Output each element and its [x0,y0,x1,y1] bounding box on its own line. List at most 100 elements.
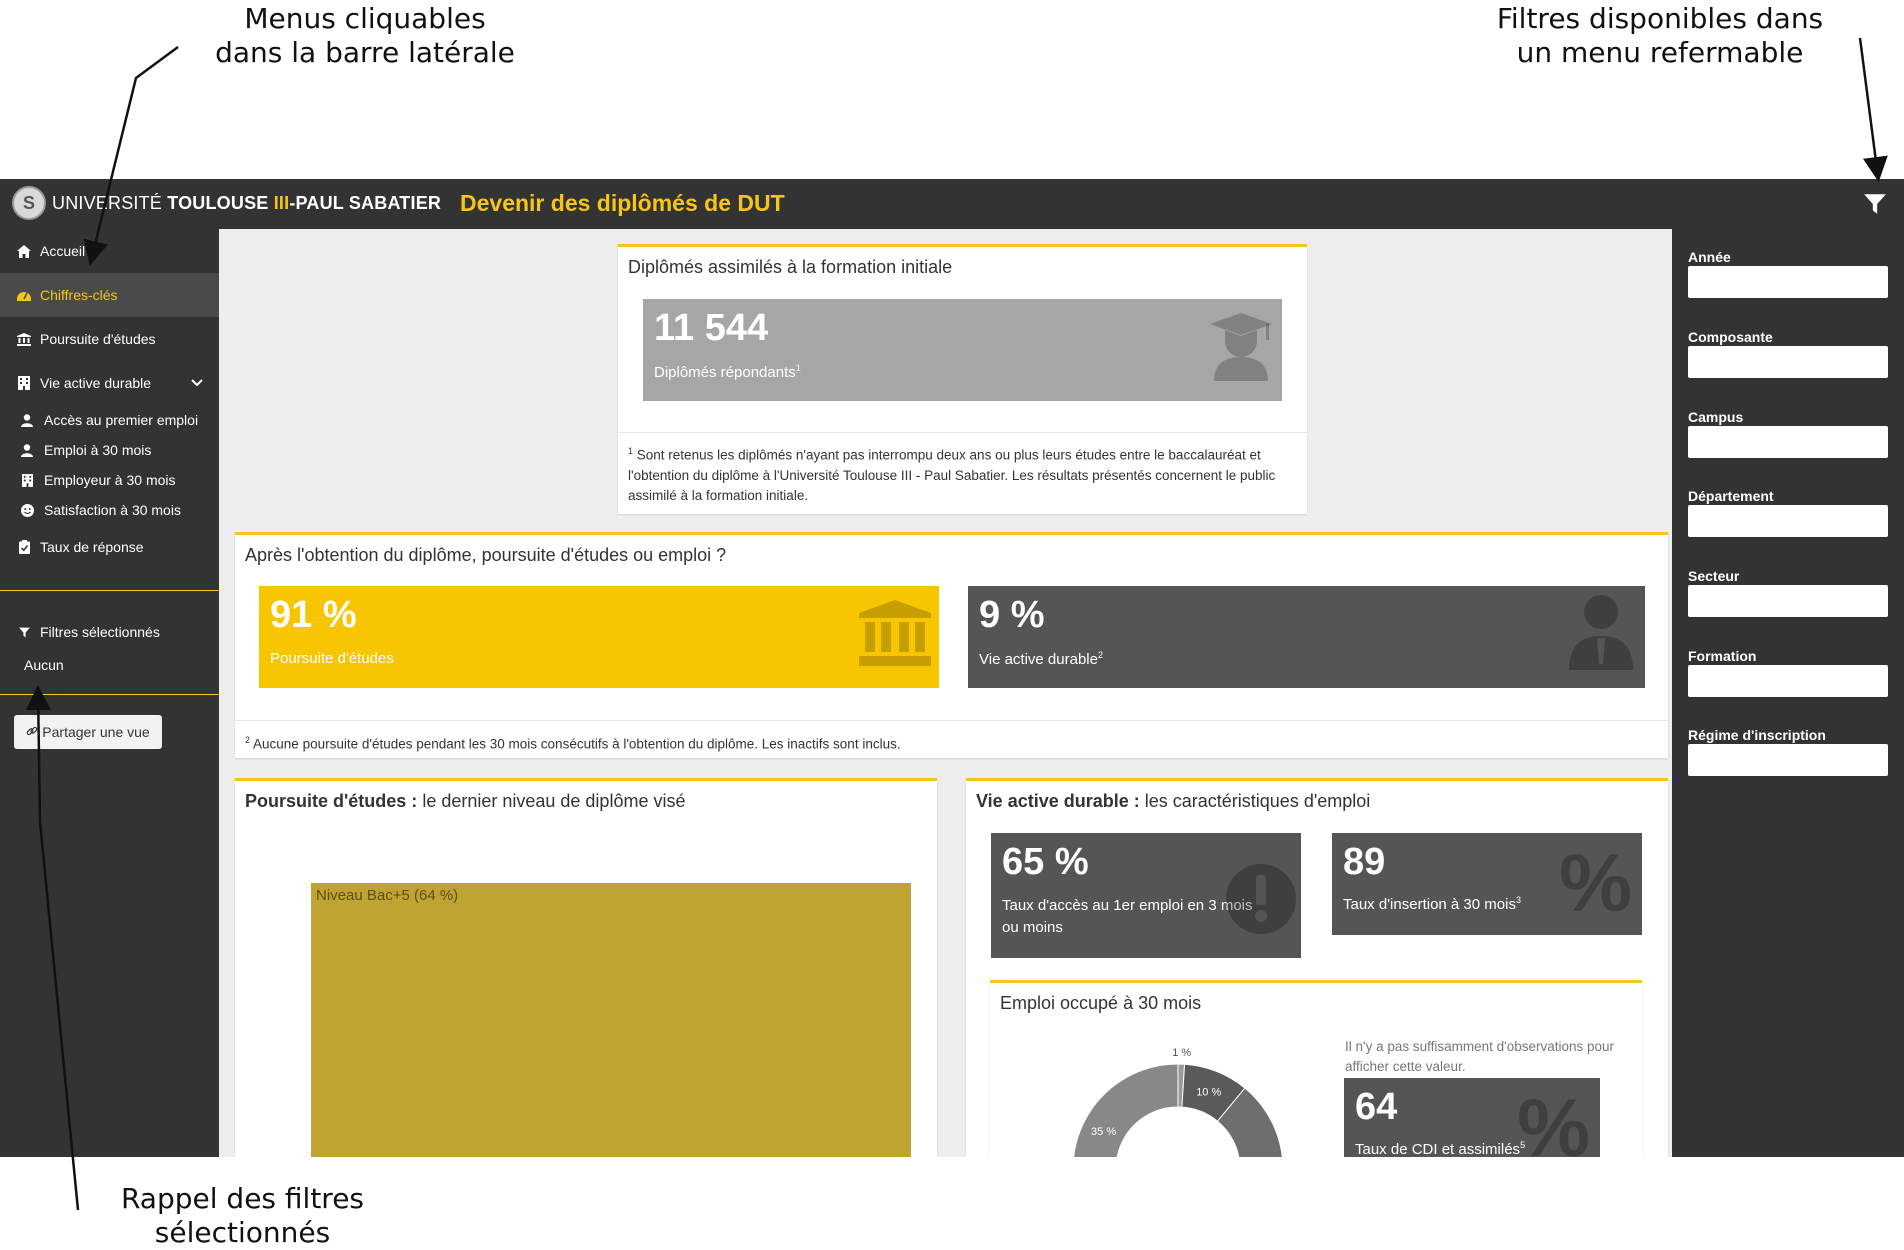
graduates-card: Diplômés assimilés à la formation initia… [618,244,1307,514]
filter-secteur-input[interactable] [1688,585,1888,617]
business-person-icon [1569,595,1633,670]
sidebar-divider [0,694,219,695]
active-life-label: Vie active durable2 [979,650,1103,668]
app-title: Devenir des diplômés de DUT [460,190,785,216]
insertion-rate-label: Taux d'insertion à 30 mois3 [1343,895,1521,913]
employment-title: Vie active durable : les caractéristique… [976,791,1371,811]
graduates-label: Diplômés répondants1 [654,363,801,381]
filter-toggle-icon[interactable] [1862,191,1888,217]
filter-label-annee: Année [1688,249,1731,265]
selected-filters-value: Aucun [24,657,64,673]
active-life-kpi[interactable]: 9 % Vie active durable2 [968,586,1645,688]
graduates-kpi: 11 544 Diplômés répondants1 [643,299,1282,401]
sidebar: Accueil Chiffres-clés Poursuite d'études… [0,229,219,1157]
building-icon [16,375,32,391]
first-job-access-kpi[interactable]: 65 % Taux d'accès au 1er emploi en 3 moi… [991,833,1301,958]
dashboard-icon [16,287,32,303]
filter-label-campus: Campus [1688,409,1744,425]
donut-slice-label: 35 % [1091,1126,1116,1138]
sidebar-subitem-employeur-30[interactable]: Employeur à 30 mois [0,465,219,495]
user-icon [20,413,34,427]
graduates-note: 1 Sont retenus les diplômés n'ayant pas … [628,446,1276,503]
annotation-line: dans la barre latérale [215,36,515,69]
treemap-tile-bac5[interactable]: Niveau Bac+5 (64 %) [311,883,911,1157]
app-window: S UNIVERSITÉ TOULOUSE III-PAUL SABATIER … [0,179,1904,1157]
user-icon [20,443,34,457]
sidebar-item-poursuite-etudes[interactable]: Poursuite d'études [0,317,219,361]
smile-icon [20,503,34,517]
chevron-down-icon[interactable] [191,376,203,390]
filter-composante-input[interactable] [1688,346,1888,378]
card-divider [618,432,1307,433]
clipboard-check-icon [16,539,32,555]
annotation-line: Rappel des filtres [120,1182,365,1215]
filter-formation-input[interactable] [1688,665,1888,697]
first-job-access-value: 65 % [1002,841,1089,883]
filter-icon [16,624,32,640]
share-view-button[interactable]: Partager une vue [14,715,162,749]
sidebar-item-label: Poursuite d'études [40,331,156,347]
active-life-percentage: 9 % [979,594,1045,636]
sidebar-item-label: Vie active durable [40,375,152,391]
selected-filters-title: Filtres sélectionnés [40,624,160,640]
job-held-card: Emploi occupé à 30 mois 1 % 10 % 35 % Il n… [990,980,1642,1157]
filter-regime-input[interactable] [1688,744,1888,776]
studies-level-title: Poursuite d'études : le dernier niveau d… [245,791,686,811]
annotation-line: sélectionnés [154,1216,331,1249]
sidebar-subitem-label: Satisfaction à 30 mois [44,502,181,518]
institution-icon [859,600,931,666]
sidebar-subitem-acces-emploi[interactable]: Accès au premier emploi [0,405,219,435]
main-content: Diplômés assimilés à la formation initia… [219,229,1672,1157]
sidebar-item-label: Accueil [40,243,86,259]
annotation-filter-menu: Filtres disponibles dans un menu referma… [1490,2,1830,70]
annotation-line: Menus cliquables [244,2,486,35]
annotation-selected-filters: Rappel des filtres sélectionnés [100,1182,385,1250]
cdi-rate-label: Taux de CDI et assimilés5 [1355,1140,1526,1157]
filter-label-formation: Formation [1688,648,1757,664]
percent-icon: % [1517,1083,1590,1158]
top-bar: S UNIVERSITÉ TOULOUSE III-PAUL SABATIER … [0,179,1904,229]
annotation-line: un menu refermable [1516,36,1804,69]
sidebar-item-label: Taux de réponse [40,539,144,555]
studies-percentage: 91 % [270,594,357,636]
university-name: UNIVERSITÉ TOULOUSE III-PAUL SABATIER [52,192,442,213]
sidebar-subitem-label: Accès au premier emploi [44,412,199,428]
cdi-rate-kpi[interactable]: 64 Taux de CDI et assimilés5 % [1344,1078,1600,1157]
selected-filters-heading: Filtres sélectionnés [0,610,219,654]
employment-card: Vie active durable : les caractéristique… [966,778,1668,1157]
filter-label-secteur: Secteur [1688,568,1740,584]
job-held-title: Emploi occupé à 30 mois [1000,993,1202,1013]
donut-slice[interactable] [1073,1063,1179,1157]
annotation-line: Filtres disponibles dans [1496,2,1824,35]
insufficient-data-note: Il n'y a pas suffisamment d'observations… [1345,1039,1615,1074]
home-icon [16,243,32,259]
studies-kpi[interactable]: 91 % Poursuite d'études [259,586,939,688]
studies-label: Poursuite d'études [270,650,394,667]
sidebar-item-accueil[interactable]: Accueil [0,229,219,273]
filter-annee-input[interactable] [1688,266,1888,298]
cdi-rate-value: 64 [1355,1086,1398,1128]
card-divider [235,720,1668,721]
sidebar-divider [0,590,219,591]
university-logo[interactable]: S UNIVERSITÉ TOULOUSE III-PAUL SABATIER [12,186,441,220]
filter-departement-input[interactable] [1688,505,1888,537]
link-icon [26,724,38,740]
sidebar-subitem-satisfaction-30[interactable]: Satisfaction à 30 mois [0,495,219,525]
insertion-rate-kpi[interactable]: 89 Taux d'insertion à 30 mois3 % [1332,833,1642,935]
exclamation-circle-icon [1226,864,1296,934]
filter-panel: Année Composante Campus Département Sect… [1672,229,1904,1157]
institution-icon [16,331,32,347]
sidebar-item-vie-active[interactable]: Vie active durable [0,361,219,405]
after-diploma-note: 2 Aucune poursuite d'études pendant les … [245,735,901,752]
building-icon [20,473,34,487]
after-diploma-title: Après l'obtention du diplôme, poursuite … [245,545,727,565]
percent-icon: % [1559,838,1632,929]
sidebar-subitem-emploi-30[interactable]: Emploi à 30 mois [0,435,219,465]
graduate-cap-icon [1210,313,1272,381]
sidebar-item-taux-reponse[interactable]: Taux de réponse [0,525,219,569]
treemap-tile-label: Niveau Bac+5 (64 %) [316,887,459,904]
share-view-label: Partager une vue [42,724,150,740]
sidebar-item-chiffres-cles[interactable]: Chiffres-clés [0,273,219,317]
annotation-sidebar-menus: Menus cliquables dans la barre latérale [210,2,520,70]
filter-campus-input[interactable] [1688,426,1888,458]
